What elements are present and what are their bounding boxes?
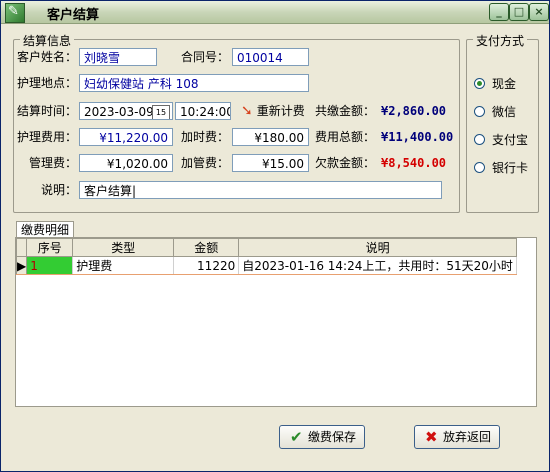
radio-alipay[interactable] (474, 134, 485, 145)
recalc-button[interactable]: ➘ 重新计费 (241, 102, 305, 120)
cell-type[interactable]: 护理费 (72, 256, 175, 275)
mgmt-fee-field[interactable]: ¥1,020.00 (79, 154, 173, 172)
column-header-type[interactable]: 类型 (72, 238, 175, 257)
window-title: 客户结算 (47, 8, 100, 23)
owed-value: ¥8,540.00 (381, 156, 447, 170)
location-label: 护理地点： (16, 76, 77, 90)
settlement-window: ✎ 客户结算 _ □ × 结算信息 客户姓名： 刘晓雪 合同号： 010014 … (0, 0, 550, 472)
column-header-desc[interactable]: 说明 (238, 238, 517, 257)
payment-option-bankcard-label: 银行卡 (492, 161, 529, 175)
cell-seq[interactable]: 1 (26, 256, 74, 275)
checkmark-icon: ✔ (290, 428, 303, 446)
save-payment-button[interactable]: ✔ 缴费保存 (279, 425, 365, 449)
settle-date-field[interactable]: 2023-03-09 15 (79, 102, 173, 120)
fee-total-label: 费用总额： (315, 130, 376, 144)
recalc-label: 重新计费 (256, 104, 305, 118)
payment-option-wechat-label: 微信 (492, 105, 517, 119)
care-fee-field[interactable]: ¥11,220.00 (79, 128, 173, 146)
payment-method-title: 支付方式 (473, 32, 528, 49)
care-fee-label: 护理费用： (16, 130, 77, 144)
table-header-row: 序号 类型 金额 说明 (15, 238, 517, 257)
customer-name-field[interactable]: 刘晓雪 (79, 48, 157, 66)
settle-time-field[interactable]: 10:24:00 (175, 102, 231, 120)
title-bar: ✎ 客户结算 _ □ × (1, 1, 549, 24)
customer-name-label: 客户姓名： (16, 50, 77, 64)
overtime-fee-label: 加时费： (180, 130, 229, 144)
extra-mgmt-fee-label: 加管费： (180, 156, 229, 170)
extra-mgmt-fee-field[interactable]: ¥15.00 (232, 154, 309, 172)
paid-total-value: ¥2,860.00 (381, 104, 447, 118)
mgmt-fee-label: 管理费： (28, 156, 77, 170)
contract-no-field[interactable]: 010014 (232, 48, 309, 66)
close-icon: × (534, 5, 544, 18)
close-button[interactable]: × (529, 3, 549, 21)
radio-cash[interactable] (474, 78, 485, 89)
owed-label: 欠款金额： (315, 156, 376, 170)
payment-details-grid: 序号 类型 金额 说明 ▶ 1 护理费 11220 自2023-01-16 14… (15, 237, 537, 407)
payment-details-table: 序号 类型 金额 说明 ▶ 1 护理费 11220 自2023-01-16 14… (15, 238, 517, 275)
overtime-fee-field[interactable]: ¥180.00 (232, 128, 309, 146)
contract-no-label: 合同号： (180, 50, 229, 64)
row-pointer-icon: ▶ (15, 256, 28, 275)
maximize-icon: □ (513, 5, 525, 18)
settlement-info-title: 结算信息 (20, 32, 75, 49)
column-header-amount[interactable]: 金额 (173, 238, 240, 257)
cell-desc[interactable]: 自2023-01-16 14:24上工，共用时：51天20小时 (238, 256, 517, 275)
app-icon: ✎ (5, 3, 25, 23)
minimize-button[interactable]: _ (489, 3, 509, 21)
location-field[interactable]: 妇幼保健站 产科 108 (79, 74, 309, 92)
maximize-button[interactable]: □ (509, 3, 529, 21)
payment-method-group: 支付方式 (466, 32, 539, 213)
tab-payment-details[interactable]: 缴费明细 (16, 221, 74, 238)
radio-bankcard[interactable] (474, 162, 485, 173)
table-row[interactable]: ▶ 1 护理费 11220 自2023-01-16 14:24上工，共用时：51… (15, 256, 517, 275)
calendar-icon[interactable]: 15 (152, 105, 170, 119)
settle-time-label: 结算时间： (16, 104, 77, 118)
column-header-seq[interactable]: 序号 (26, 238, 74, 257)
radio-wechat[interactable] (474, 106, 485, 117)
payment-option-alipay-label: 支付宝 (492, 133, 529, 147)
cancel-return-label: 放弃返回 (443, 430, 492, 444)
save-payment-label: 缴费保存 (308, 430, 357, 444)
minimize-icon: _ (496, 5, 502, 18)
fee-total-value: ¥11,400.00 (381, 130, 454, 144)
cross-icon: ✖ (425, 428, 438, 446)
cell-amount[interactable]: 11220 (173, 256, 240, 275)
cancel-return-button[interactable]: ✖ 放弃返回 (414, 425, 500, 449)
remark-field[interactable]: 客户结算| (79, 181, 442, 199)
indicator-header (15, 238, 28, 257)
paid-total-label: 共缴金额： (315, 104, 376, 118)
settle-date-value: 2023-03-09 (84, 105, 154, 119)
remark-label: 说明： (40, 183, 77, 197)
recalc-arrow-icon: ➘ (241, 103, 253, 119)
payment-option-cash-label: 现金 (492, 77, 517, 91)
